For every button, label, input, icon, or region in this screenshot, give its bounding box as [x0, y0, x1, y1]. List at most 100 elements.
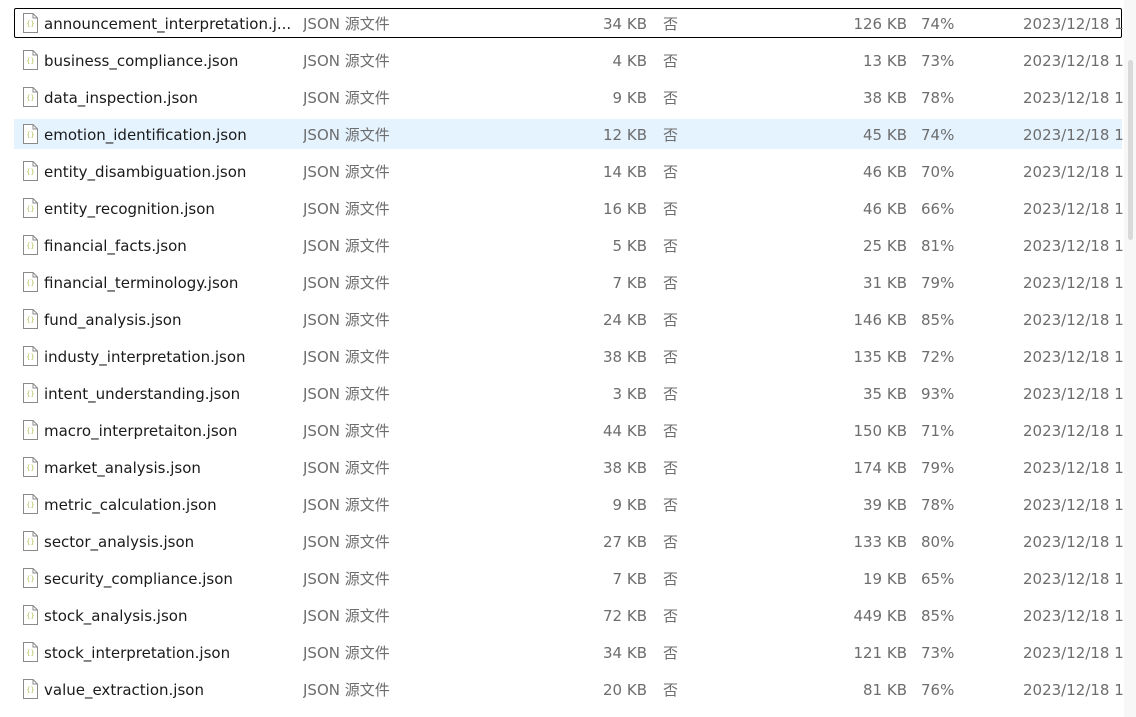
file-ratio: 65%	[921, 570, 955, 588]
file-type: JSON 源文件	[303, 200, 390, 218]
file-row[interactable]: {} entity_disambiguation.json JSON 源文件 14 K…	[14, 156, 1123, 186]
file-name: entity_disambiguation.json	[44, 163, 247, 181]
file-size: 38 KB	[603, 459, 647, 477]
file-row[interactable]: {} fund_analysis.json JSON 源文件 24 KB 否 146 KB…	[14, 304, 1123, 334]
file-ratio: 72%	[921, 348, 955, 366]
file-name: value_extraction.json	[44, 681, 204, 699]
json-file-icon: {}	[22, 50, 39, 70]
json-file-icon: {}	[22, 568, 39, 588]
file-encrypted: 否	[663, 385, 679, 403]
svg-text:{}: {}	[26, 94, 34, 102]
file-encrypted: 否	[663, 89, 679, 107]
file-row[interactable]: {} business_compliance.json JSON 源文件 4 KB 否 1…	[14, 45, 1123, 75]
file-size: 16 KB	[603, 200, 647, 218]
file-encrypted: 否	[663, 52, 679, 70]
file-row[interactable]: {} financial_facts.json JSON 源文件 5 KB 否 25 KB…	[14, 230, 1123, 260]
json-file-icon: {}	[22, 309, 39, 329]
file-type: JSON 源文件	[303, 52, 390, 70]
file-date: 2023/12/18 16	[1023, 533, 1123, 551]
file-size: 7 KB	[612, 570, 647, 588]
svg-text:{}: {}	[26, 390, 34, 398]
file-encrypted: 否	[663, 459, 679, 477]
file-encrypted: 否	[663, 311, 679, 329]
json-file-icon: {}	[22, 161, 39, 181]
file-name: metric_calculation.json	[44, 496, 217, 514]
file-size: 9 KB	[612, 89, 647, 107]
file-name: financial_terminology.json	[44, 274, 239, 292]
file-row[interactable]: {} financial_terminology.json JSON 源文件 7 KB…	[14, 267, 1123, 297]
file-row[interactable]: {} market_analysis.json JSON 源文件 38 KB 否 174 …	[14, 452, 1123, 482]
file-row[interactable]: {} announcement_interpretation.j... JSON 源…	[14, 8, 1123, 38]
scrollbar-thumb[interactable]	[1128, 60, 1133, 240]
file-size: 4 KB	[612, 52, 647, 70]
file-row[interactable]: {} entity_recognition.json JSON 源文件 16 KB 否 4…	[14, 193, 1123, 223]
json-file-icon: {}	[22, 494, 39, 514]
file-row[interactable]: {} industy_interpretation.json JSON 源文件 38 …	[14, 341, 1123, 371]
file-row[interactable]: {} security_compliance.json JSON 源文件 7 KB 否 1…	[14, 563, 1123, 593]
file-encrypted: 否	[663, 496, 679, 514]
file-compressed-size: 133 KB	[853, 533, 907, 551]
svg-text:{}: {}	[26, 316, 34, 324]
file-compressed-size: 39 KB	[863, 496, 907, 514]
file-compressed-size: 35 KB	[863, 385, 907, 403]
file-date: 2023/12/18 16	[1023, 274, 1123, 292]
svg-text:{}: {}	[26, 279, 34, 287]
json-file-icon: {}	[22, 13, 39, 33]
svg-text:{}: {}	[26, 501, 34, 509]
file-encrypted: 否	[663, 200, 679, 218]
file-compressed-size: 38 KB	[863, 89, 907, 107]
file-row[interactable]: {} stock_analysis.json JSON 源文件 72 KB 否 449 K…	[14, 600, 1123, 630]
vertical-scrollbar[interactable]	[1124, 0, 1136, 717]
file-encrypted: 否	[663, 274, 679, 292]
file-size: 9 KB	[612, 496, 647, 514]
file-name: entity_recognition.json	[44, 200, 215, 218]
file-name: macro_interpretaiton.json	[44, 422, 238, 440]
file-encrypted: 否	[663, 126, 679, 144]
file-size: 7 KB	[612, 274, 647, 292]
file-date: 2023/12/18 16	[1023, 311, 1123, 329]
file-ratio: 79%	[921, 459, 955, 477]
file-row[interactable]: {} value_extraction.json JSON 源文件 20 KB 否 81 …	[14, 674, 1123, 704]
file-type: JSON 源文件	[303, 459, 390, 477]
json-file-icon: {}	[22, 531, 39, 551]
file-compressed-size: 46 KB	[863, 200, 907, 218]
file-compressed-size: 31 KB	[863, 274, 907, 292]
file-type: JSON 源文件	[303, 89, 390, 107]
file-row[interactable]: {} data_inspection.json JSON 源文件 9 KB 否 38 KB…	[14, 82, 1123, 112]
json-file-icon: {}	[22, 198, 39, 218]
file-compressed-size: 174 KB	[853, 459, 907, 477]
svg-text:{}: {}	[26, 686, 34, 694]
file-size: 5 KB	[612, 237, 647, 255]
file-row[interactable]: {} macro_interpretaiton.json JSON 源文件 44 KB…	[14, 415, 1123, 445]
file-name: sector_analysis.json	[44, 533, 195, 551]
json-file-icon: {}	[22, 457, 39, 477]
file-compressed-size: 81 KB	[863, 681, 907, 699]
file-compressed-size: 13 KB	[863, 52, 907, 70]
file-type: JSON 源文件	[303, 644, 390, 662]
file-name: stock_interpretation.json	[44, 644, 231, 662]
file-date: 2023/12/18 16	[1023, 237, 1123, 255]
file-row[interactable]: {} intent_understanding.json JSON 源文件 3 KB 否…	[14, 378, 1123, 408]
file-name: stock_analysis.json	[44, 607, 188, 625]
file-type: JSON 源文件	[303, 607, 390, 625]
file-date: 2023/12/18 16	[1023, 89, 1123, 107]
file-name: emotion_identification.json	[44, 126, 247, 144]
file-row[interactable]: {} emotion_identification.json JSON 源文件 12 …	[14, 119, 1123, 149]
file-compressed-size: 135 KB	[853, 348, 907, 366]
svg-text:{}: {}	[26, 612, 34, 620]
file-compressed-size: 25 KB	[863, 237, 907, 255]
svg-text:{}: {}	[26, 131, 34, 139]
json-file-icon: {}	[22, 124, 39, 144]
file-size: 34 KB	[603, 15, 647, 33]
file-ratio: 80%	[921, 533, 955, 551]
file-row[interactable]: {} metric_calculation.json JSON 源文件 9 KB 否 39…	[14, 489, 1123, 519]
file-size: 38 KB	[603, 348, 647, 366]
file-row[interactable]: {} stock_interpretation.json JSON 源文件 34 KB…	[14, 637, 1123, 667]
file-row[interactable]: {} sector_analysis.json JSON 源文件 27 KB 否 133 …	[14, 526, 1123, 556]
file-ratio: 74%	[921, 15, 955, 33]
file-encrypted: 否	[663, 570, 679, 588]
file-ratio: 78%	[921, 89, 955, 107]
file-date: 2023/12/18 16	[1023, 422, 1123, 440]
svg-text:{}: {}	[26, 353, 34, 361]
file-type: JSON 源文件	[303, 15, 390, 33]
